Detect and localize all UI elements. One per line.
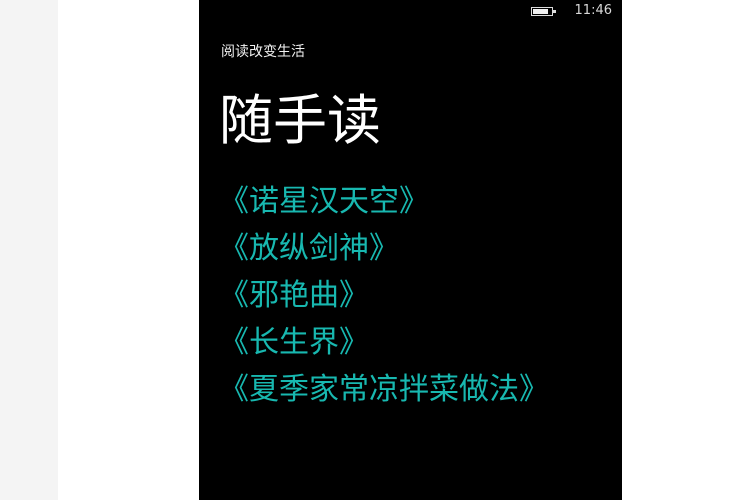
left-margin-panel [0, 0, 58, 500]
phone-screen: 11:46 阅读改变生活 随手读 《诺星汉天空》 《放纵剑神》 《邪艳曲》 《长… [199, 0, 622, 500]
book-item[interactable]: 《放纵剑神》 [219, 225, 549, 272]
book-item[interactable]: 《诺星汉天空》 [219, 178, 549, 225]
right-blank-area [622, 0, 756, 500]
book-item[interactable]: 《邪艳曲》 [219, 272, 549, 319]
book-item[interactable]: 《长生界》 [219, 319, 549, 366]
app-title: 随手读 [219, 89, 381, 152]
status-time: 11:46 [574, 3, 612, 18]
battery-icon [530, 6, 556, 16]
battery-cap [552, 9, 556, 13]
page: 11:46 阅读改变生活 随手读 《诺星汉天空》 《放纵剑神》 《邪艳曲》 《长… [0, 0, 756, 500]
book-list: 《诺星汉天空》 《放纵剑神》 《邪艳曲》 《长生界》 《夏季家常凉拌菜做法》 [219, 178, 549, 413]
app-subtitle: 阅读改变生活 [221, 44, 305, 60]
book-item[interactable]: 《夏季家常凉拌菜做法》 [219, 366, 549, 413]
battery-fill [532, 8, 548, 14]
status-bar: 11:46 [530, 0, 612, 22]
